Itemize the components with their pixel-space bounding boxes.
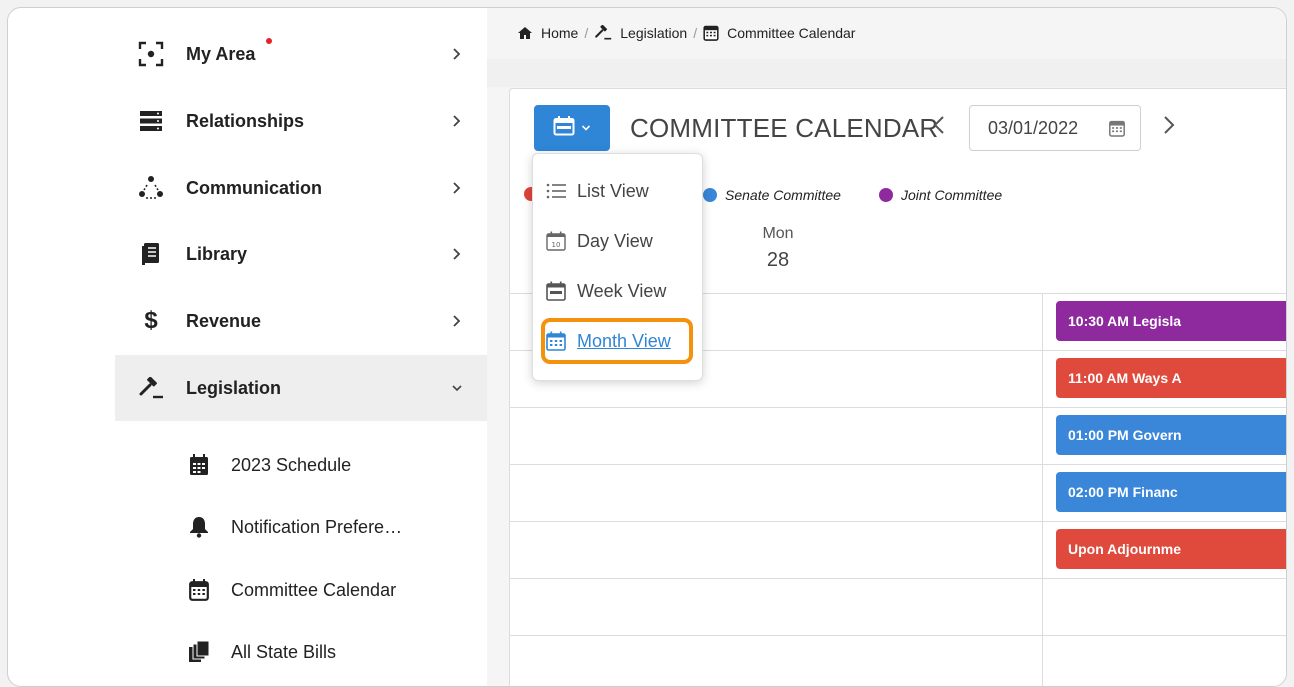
sidebar-subitem-2023-schedule[interactable]: 2023 Schedule [115,434,487,496]
sidebar-subitem-label: All State Bills [231,641,337,662]
menu-item-label: List View [577,180,649,201]
calendar-event[interactable]: 10:30 AM Legisla [1056,301,1286,341]
breadcrumb-separator: / [693,24,698,41]
sidebar-item-revenue[interactable]: $ Revenue [115,288,487,354]
target-frame-icon [137,40,165,68]
breadcrumb-separator: / [584,24,589,41]
menu-item-label: Week View [577,280,667,301]
grid-row-line [510,578,1286,579]
page-title: COMMITTEE CALENDAR [630,113,939,143]
sidebar-item-label: Legislation [186,377,282,398]
breadcrumb: Home / Legislation / Committee Calendar [517,24,855,41]
sidebar-subitem-all-state-bills[interactable]: All State Bills [115,621,487,683]
list-icon [545,180,567,202]
breadcrumb-home-label: Home [541,24,579,41]
grid-column-line [1042,293,1043,686]
toolbar-strip [487,59,1286,87]
breadcrumb-legislation-label: Legislation [620,24,688,41]
gavel-icon [594,25,612,40]
legend-label: Joint Committee [901,187,1003,203]
calendar-event[interactable]: 02:00 PM Financ [1056,472,1286,512]
sidebar-item-legislation[interactable]: Legislation [115,355,487,421]
server-stack-icon [137,107,165,135]
day-number: 28 [766,249,790,271]
grid-row-line [510,464,1286,465]
grid-row-line [510,635,1286,636]
breadcrumb-home[interactable]: Home [517,25,578,41]
notification-dot [266,38,272,44]
dollar-icon: $ [144,307,158,334]
sidebar-item-library[interactable]: Library [115,221,487,287]
menu-item-label: Day View [577,230,653,251]
sidebar-item-label: Library [186,243,248,264]
calendar-icon [1108,119,1126,142]
calendar-icon [187,453,211,477]
sidebar-item-label: My Area [186,43,256,64]
chevron-down-icon [581,119,591,137]
calendar-grid-icon [187,578,211,602]
day-name: Mon [762,225,794,242]
chevron-right-icon [449,46,465,62]
documents-icon [187,640,211,664]
sidebar-item-label: Communication [186,177,323,198]
menu-item-day-view[interactable]: 10 Day View [545,230,653,252]
chevron-right-icon [449,180,465,196]
home-icon [517,26,533,40]
sidebar-item-label: Relationships [186,110,305,131]
legend-label: Senate Committee [725,187,841,203]
sidebar-subitem-label: Committee Calendar [231,579,397,600]
breadcrumb-legislation[interactable]: Legislation [594,25,687,41]
view-selector-button[interactable] [534,105,610,151]
sidebar-item-relationships[interactable]: Relationships [115,88,487,154]
people-network-icon [137,174,165,202]
day-column-header: Mon 28 [760,225,796,272]
legend-dot [703,188,717,202]
breadcrumb-current-label: Committee Calendar [727,24,856,41]
calendar-week-icon [553,115,575,141]
date-picker-input[interactable]: 03/01/2022 [969,105,1141,151]
calendar-event[interactable]: 11:00 AM Ways A [1056,358,1286,398]
breadcrumb-current: Committee Calendar [703,24,855,41]
book-icon [137,240,165,268]
menu-item-week-view[interactable]: Week View [545,280,666,302]
menu-item-month-view[interactable]: Month View [545,330,671,352]
svg-text:10: 10 [552,241,561,249]
calendar-event[interactable]: 01:00 PM Govern [1056,415,1286,455]
sidebar-subitem-label: 2023 Schedule [231,454,352,475]
menu-item-label: Month View [577,330,671,351]
calendar-week-icon [545,280,567,302]
chevron-down-icon [449,380,465,396]
date-value: 03/01/2022 [988,117,1079,138]
sidebar-item-my-area[interactable]: My Area [115,21,487,87]
view-dropdown-menu: List View 10 Day View Week View Month Vi… [532,153,703,381]
app-window: My Area Relationships Communication Libr… [7,7,1287,687]
grid-row-line [510,521,1286,522]
chevron-right-icon [449,313,465,329]
legend-dot [879,188,893,202]
next-date-button[interactable] [1160,115,1178,139]
grid-row-line [510,407,1286,408]
sidebar: My Area Relationships Communication Libr… [115,8,487,686]
legend-item-senate: Senate Committee [703,187,841,203]
calendar-event[interactable]: Upon Adjournme [1056,529,1286,569]
chevron-right-icon [449,113,465,129]
sidebar-subitem-label: Notification Prefere… [231,516,403,537]
gavel-icon [137,374,165,402]
sidebar-item-communication[interactable]: Communication [115,155,487,221]
calendar-day-icon: 10 [545,230,567,252]
chevron-right-icon [449,246,465,262]
sidebar-subitem-committee-calendar[interactable]: Committee Calendar [115,559,487,621]
chevron-left-icon [933,115,945,140]
calendar-icon [703,24,719,41]
menu-item-list-view[interactable]: List View [545,180,649,202]
prev-date-button[interactable] [930,115,948,139]
calendar-month-icon [545,330,567,352]
legend-item-joint: Joint Committee [879,187,1002,203]
bell-icon [187,515,211,539]
chevron-right-icon [1163,115,1175,140]
sidebar-subitem-notification-preferences[interactable]: Notification Prefere… [115,496,487,558]
sidebar-item-label: Revenue [186,310,262,331]
